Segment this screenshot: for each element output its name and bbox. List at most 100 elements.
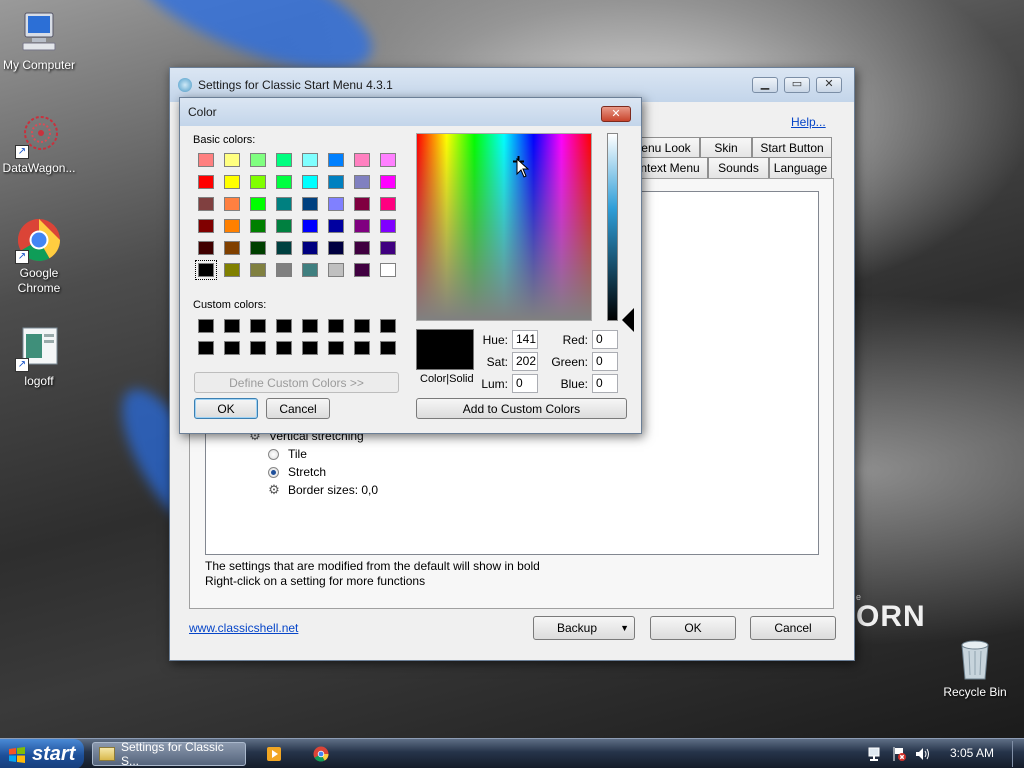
start-button[interactable]: start xyxy=(0,739,84,768)
basic-color-swatch[interactable] xyxy=(380,263,396,277)
define-custom-colors-button[interactable]: Define Custom Colors >> xyxy=(194,372,399,393)
custom-color-swatch[interactable] xyxy=(198,319,214,333)
basic-color-swatch[interactable] xyxy=(354,153,370,167)
basic-color-swatch[interactable] xyxy=(276,153,292,167)
cancel-button[interactable]: Cancel xyxy=(266,398,330,419)
backup-button[interactable]: Backup ▼ xyxy=(533,616,635,640)
custom-color-swatch[interactable] xyxy=(354,319,370,333)
basic-color-swatch[interactable] xyxy=(302,175,318,189)
hue-field[interactable]: 141 xyxy=(512,330,538,349)
basic-color-swatch[interactable] xyxy=(354,175,370,189)
add-to-custom-colors-button[interactable]: Add to Custom Colors xyxy=(416,398,627,419)
basic-color-swatch[interactable] xyxy=(224,219,240,233)
desktop-icon-chrome[interactable]: ↗ Google Chrome xyxy=(0,218,79,296)
basic-color-swatch[interactable] xyxy=(250,175,266,189)
basic-color-swatch[interactable] xyxy=(224,263,240,277)
color-dialog-titlebar[interactable]: Color xyxy=(180,98,641,126)
volume-icon[interactable] xyxy=(914,746,930,762)
desktop-icon-my-computer[interactable]: My Computer xyxy=(0,10,79,73)
close-button[interactable]: ✕ xyxy=(816,77,842,93)
basic-color-swatch[interactable] xyxy=(276,241,292,255)
ok-button[interactable]: OK xyxy=(650,616,736,640)
custom-color-swatch[interactable] xyxy=(224,341,240,355)
basic-color-swatch[interactable] xyxy=(276,197,292,211)
basic-color-swatch[interactable] xyxy=(328,263,344,277)
custom-color-swatch[interactable] xyxy=(380,319,396,333)
chrome-quicklaunch-icon[interactable] xyxy=(313,746,329,762)
basic-color-swatch[interactable] xyxy=(276,175,292,189)
basic-color-swatch[interactable] xyxy=(380,197,396,211)
basic-color-swatch[interactable] xyxy=(380,241,396,255)
basic-color-swatch[interactable] xyxy=(328,219,344,233)
red-field[interactable]: 0 xyxy=(592,330,618,349)
desktop-icon-datawagon[interactable]: ↗ DataWagon... xyxy=(0,113,79,176)
basic-color-swatch[interactable] xyxy=(198,175,214,189)
taskbar-clock[interactable]: 3:05 AM xyxy=(950,746,994,760)
basic-color-swatch[interactable] xyxy=(354,219,370,233)
media-player-icon[interactable] xyxy=(266,746,282,762)
basic-color-swatch[interactable] xyxy=(354,263,370,277)
custom-color-swatch[interactable] xyxy=(250,319,266,333)
custom-color-swatch[interactable] xyxy=(276,341,292,355)
custom-color-swatch[interactable] xyxy=(276,319,292,333)
basic-color-swatch[interactable] xyxy=(250,241,266,255)
basic-color-swatch[interactable] xyxy=(302,197,318,211)
basic-color-swatch[interactable] xyxy=(250,153,266,167)
tree-item-stretch[interactable]: Stretch xyxy=(268,465,326,479)
tab-skin[interactable]: Skin xyxy=(700,137,752,158)
tab-sounds[interactable]: Sounds xyxy=(708,157,769,178)
luminosity-arrow-icon[interactable] xyxy=(622,308,634,332)
basic-color-swatch[interactable] xyxy=(224,241,240,255)
basic-color-swatch[interactable] xyxy=(224,153,240,167)
basic-color-swatch[interactable] xyxy=(380,175,396,189)
basic-color-swatch[interactable] xyxy=(302,219,318,233)
custom-color-swatch[interactable] xyxy=(328,319,344,333)
tab-start-button[interactable]: Start Button xyxy=(752,137,832,158)
basic-color-swatch[interactable] xyxy=(328,241,344,255)
basic-color-swatch[interactable] xyxy=(302,153,318,167)
desktop-icon-logoff[interactable]: ↗ logoff xyxy=(0,326,79,389)
green-field[interactable]: 0 xyxy=(592,352,618,371)
taskbar-item-settings[interactable]: Settings for Classic S... xyxy=(92,740,246,768)
basic-color-swatch[interactable] xyxy=(354,197,370,211)
basic-color-swatch[interactable] xyxy=(328,153,344,167)
help-link[interactable]: Help... xyxy=(791,115,826,129)
tab-language[interactable]: Language xyxy=(769,157,832,178)
blue-field[interactable]: 0 xyxy=(592,374,618,393)
basic-color-swatch[interactable] xyxy=(328,175,344,189)
website-link[interactable]: www.classicshell.net xyxy=(189,621,298,635)
ok-button[interactable]: OK xyxy=(194,398,258,419)
basic-color-swatch[interactable] xyxy=(354,241,370,255)
basic-color-swatch[interactable] xyxy=(250,263,266,277)
custom-color-swatch[interactable] xyxy=(354,341,370,355)
basic-color-swatch[interactable] xyxy=(250,197,266,211)
basic-color-swatch[interactable] xyxy=(198,197,214,211)
basic-color-swatch[interactable] xyxy=(276,263,292,277)
basic-color-swatch[interactable] xyxy=(276,219,292,233)
minimize-button[interactable]: ▁ xyxy=(752,77,778,93)
custom-color-swatch[interactable] xyxy=(250,341,266,355)
basic-color-swatch[interactable] xyxy=(198,219,214,233)
lum-field[interactable]: 0 xyxy=(512,374,538,393)
tab-context-menu[interactable]: ntext Menu xyxy=(632,157,708,178)
basic-color-swatch[interactable] xyxy=(302,263,318,277)
color-spectrum[interactable] xyxy=(416,133,592,321)
custom-color-swatch[interactable] xyxy=(380,341,396,355)
custom-color-swatch[interactable] xyxy=(302,319,318,333)
basic-color-swatch[interactable] xyxy=(380,219,396,233)
sat-field[interactable]: 202 xyxy=(512,352,538,371)
close-icon[interactable]: ✕ xyxy=(601,106,631,122)
tab-menu-look[interactable]: enu Look xyxy=(632,137,700,158)
network-icon[interactable] xyxy=(867,746,883,762)
basic-color-swatch[interactable] xyxy=(302,241,318,255)
custom-color-swatch[interactable] xyxy=(224,319,240,333)
maximize-button[interactable]: ▭ xyxy=(784,77,810,93)
show-desktop-button[interactable] xyxy=(1012,741,1022,767)
basic-color-swatch[interactable] xyxy=(250,219,266,233)
custom-color-swatch[interactable] xyxy=(302,341,318,355)
basic-color-swatch[interactable] xyxy=(198,153,214,167)
desktop-icon-recycle-bin[interactable]: Recycle Bin xyxy=(935,637,1015,700)
luminosity-slider[interactable] xyxy=(607,133,618,321)
custom-color-swatch[interactable] xyxy=(328,341,344,355)
action-center-flag-icon[interactable] xyxy=(891,746,907,762)
